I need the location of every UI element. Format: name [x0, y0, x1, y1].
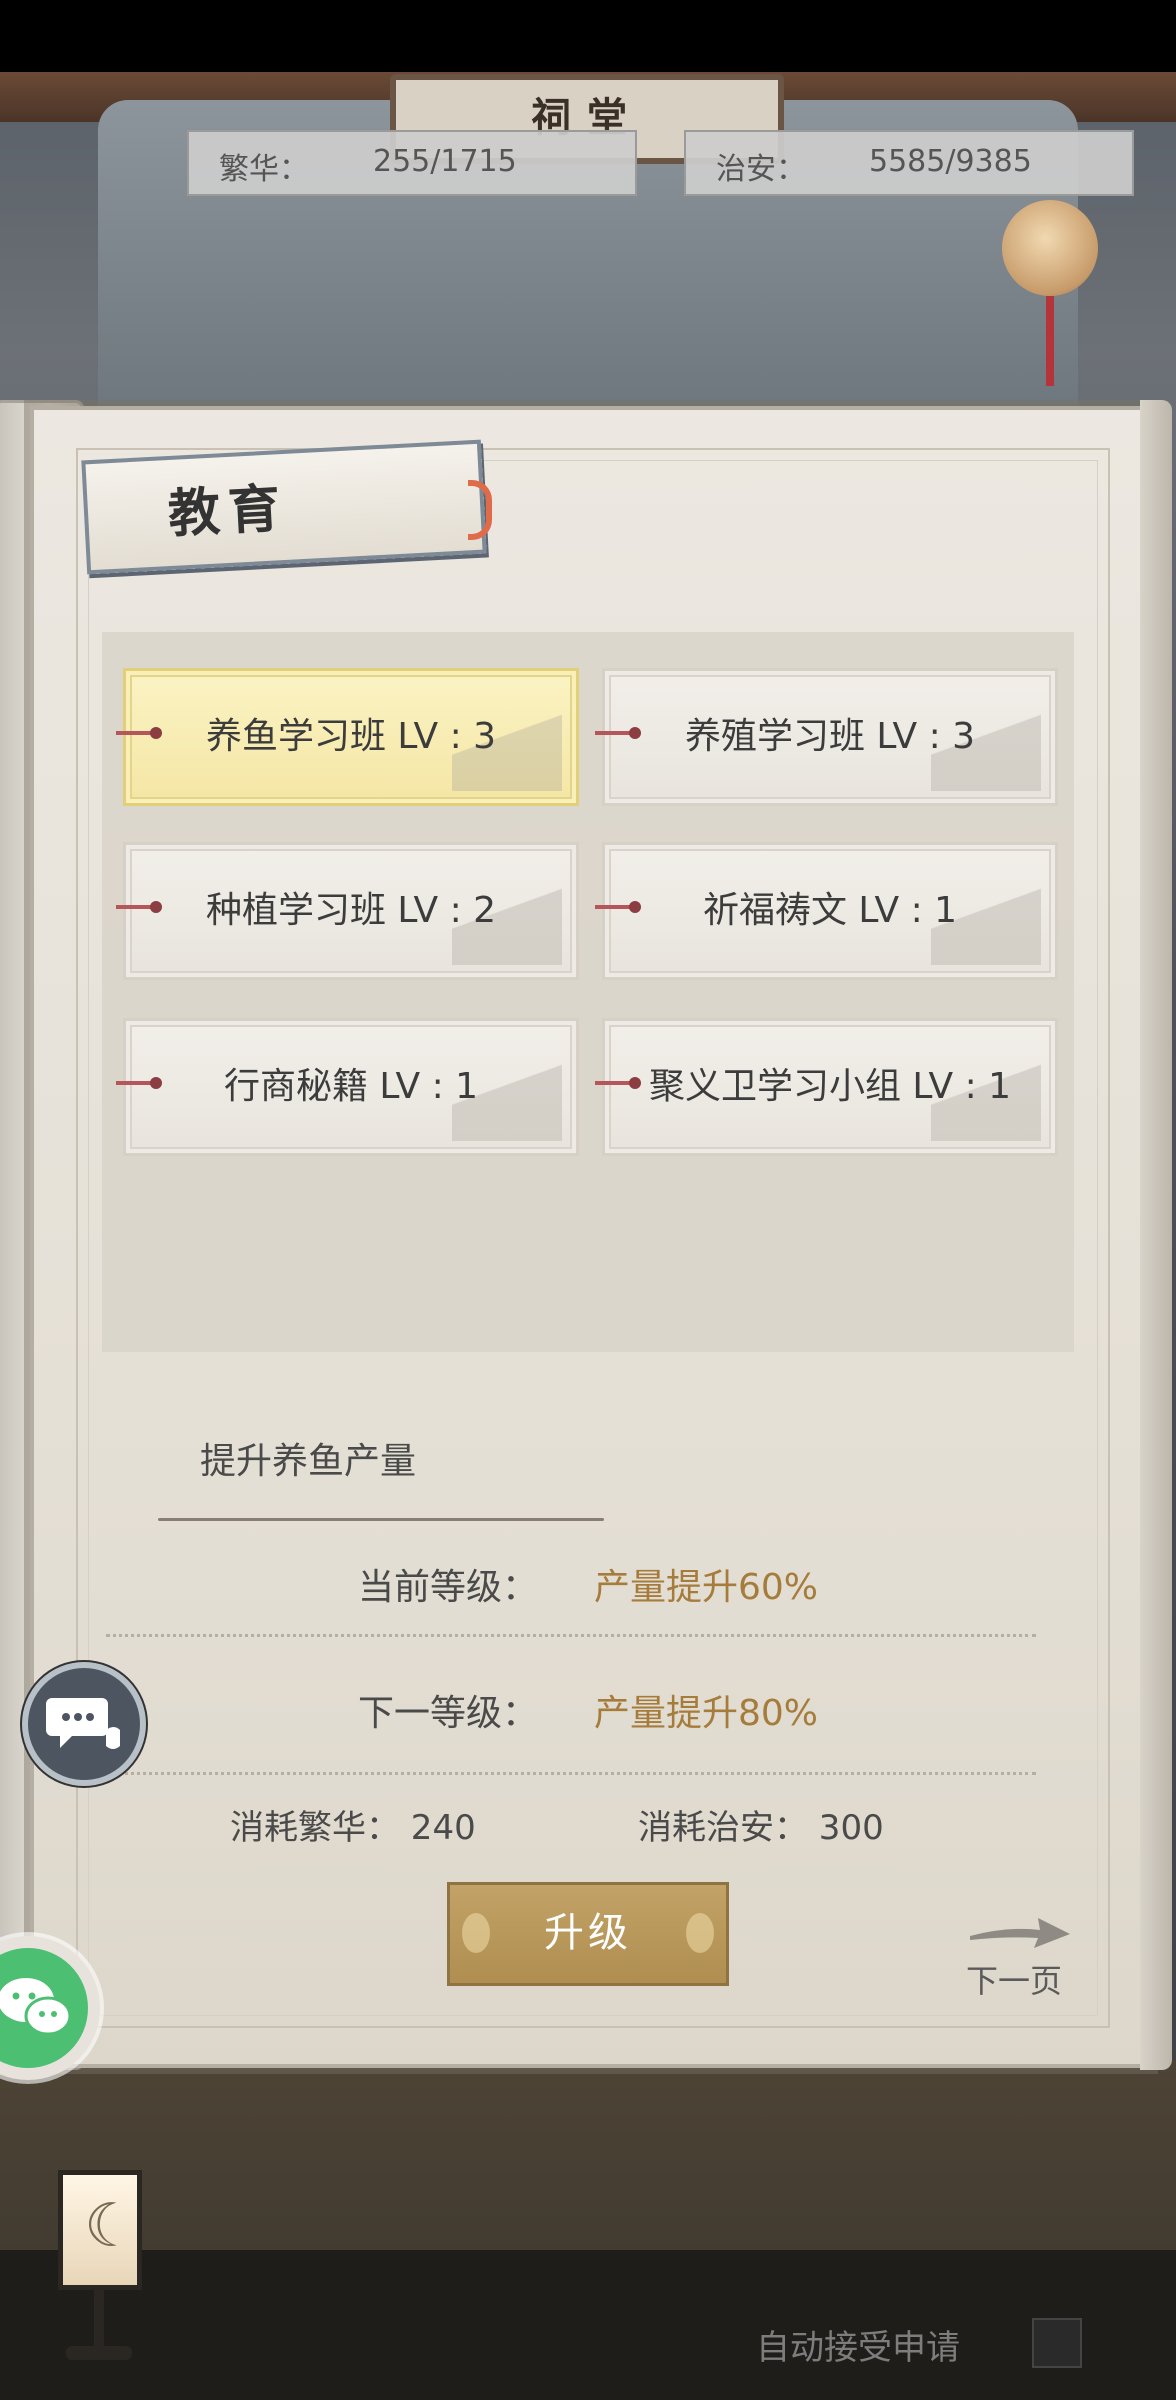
lantern-icon: [1002, 200, 1098, 296]
panel-title-tag: 教育: [81, 439, 487, 575]
item-label: 种植学习班 LV : 2: [205, 890, 497, 931]
button-decoration: [462, 1913, 490, 1953]
cost-security: 消耗治安： 300: [638, 1808, 884, 1848]
item-label: 养鱼学习班 LV : 3: [205, 716, 497, 757]
prosperity-stat: 繁华： 255/1715: [187, 130, 637, 196]
next-level-value: 产量提升80%: [594, 1693, 819, 1734]
effect-description: 提升养鱼产量: [200, 1441, 417, 1482]
item-label: 祈福祷文 LV : 1: [702, 890, 958, 931]
chat-bubble-icon: [46, 1698, 120, 1749]
panel-title: 教育: [166, 477, 290, 546]
next-page-button[interactable]: 下一页: [960, 1906, 1080, 2000]
current-level-value: 产量提升60%: [594, 1567, 819, 1608]
description-divider: [158, 1518, 604, 1521]
button-decoration: [686, 1913, 714, 1953]
education-item-trade-manual[interactable]: 行商秘籍 LV : 1: [116, 1018, 579, 1156]
education-item-prayer[interactable]: 祈福祷文 LV : 1: [595, 842, 1058, 980]
pin-icon: [116, 1077, 162, 1089]
dotted-divider: [106, 1634, 1036, 1637]
arrow-right-icon: [970, 1918, 1070, 1948]
dotted-divider: [106, 1772, 1036, 1775]
item-label: 行商秘籍 LV : 1: [223, 1066, 479, 1107]
floor-lamp-leg: [94, 2290, 104, 2350]
education-item-planting-class[interactable]: 种植学习班 LV : 2: [116, 842, 579, 980]
pin-icon: [595, 901, 641, 913]
current-level-label: 当前等级：: [358, 1567, 539, 1608]
lantern-tassel: [1046, 296, 1054, 386]
upgrade-button[interactable]: 升级: [447, 1882, 729, 1986]
ribbon-icon: [468, 480, 492, 540]
security-value: 5585/9385: [869, 144, 1032, 179]
education-item-guard-study-group[interactable]: 聚义卫学习小组 LV : 1: [595, 1018, 1058, 1156]
item-label: 养殖学习班 LV : 3: [684, 716, 976, 757]
auto-accept-checkbox[interactable]: [1032, 2318, 1082, 2368]
next-page-label: 下一页: [966, 1962, 1063, 2000]
security-stat: 治安： 5585/9385: [684, 130, 1134, 196]
next-level-label: 下一等级：: [358, 1693, 539, 1734]
prosperity-label: 繁华：: [219, 152, 309, 187]
auto-accept-label: 自动接受申请: [756, 2328, 960, 2368]
pin-icon: [595, 1077, 641, 1089]
pin-icon: [595, 727, 641, 739]
chat-button[interactable]: [22, 1662, 146, 1786]
wechat-icon: [0, 1978, 72, 2036]
upgrade-button-label: 升级: [544, 1910, 632, 1956]
book-page-edge: [1140, 400, 1172, 2070]
pin-icon: [116, 901, 162, 913]
security-label: 治安：: [716, 152, 806, 187]
item-label: 聚义卫学习小组 LV : 1: [648, 1066, 1012, 1107]
education-item-breeding-class[interactable]: 养殖学习班 LV : 3: [595, 668, 1058, 806]
background-floor-shadow: [0, 2250, 1176, 2400]
status-bar: [0, 0, 1176, 72]
education-item-fish-class[interactable]: 养鱼学习班 LV : 3: [116, 668, 579, 806]
pin-icon: [116, 727, 162, 739]
prosperity-value: 255/1715: [373, 144, 517, 179]
cost-prosperity: 消耗繁华： 240: [230, 1808, 476, 1848]
game-screen: 祠堂 ☾ 繁华： 255/1715 治安： 5585/9385 教育 养鱼学习班…: [0, 0, 1176, 2400]
moon-icon: ☾: [84, 2191, 138, 2261]
floor-lamp-base: [66, 2346, 132, 2360]
